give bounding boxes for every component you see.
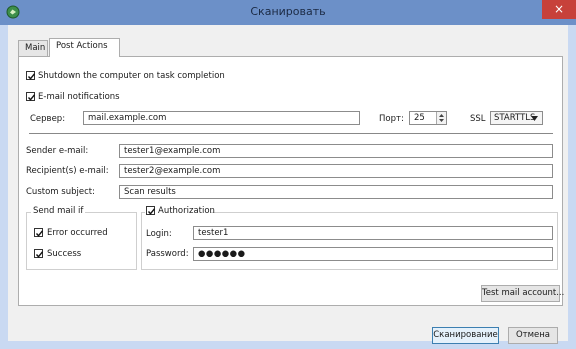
server-label: Сервер:	[30, 114, 66, 124]
close-button[interactable]: ×	[542, 0, 576, 19]
port-stepper[interactable]: 25	[409, 111, 447, 125]
send-mail-if-title: Send mail if	[31, 206, 86, 216]
checkmark-icon	[35, 230, 44, 237]
email-notifications-label: E-mail notifications	[38, 92, 120, 102]
login-label: Login:	[146, 229, 172, 239]
authorization-checkbox[interactable]	[146, 206, 156, 215]
success-checkbox[interactable]	[34, 249, 44, 258]
ssl-select[interactable]: STARTTLS	[490, 111, 543, 125]
email-notifications-checkbox[interactable]	[26, 92, 36, 101]
test-mail-account-button[interactable]: Test mail account...	[481, 285, 564, 302]
checkmark-icon	[27, 73, 36, 80]
checkmark-icon	[35, 251, 44, 258]
window-title: Сканировать	[250, 5, 326, 18]
ssl-label: SSL	[470, 114, 486, 124]
server-input[interactable]: mail.example.com	[83, 111, 360, 125]
authorization-label: Authorization	[158, 206, 215, 216]
password-label: Password:	[146, 249, 189, 259]
subject-label: Custom subject:	[26, 187, 95, 197]
authorization-group	[141, 212, 558, 270]
tab-main[interactable]: Main	[18, 40, 48, 56]
checkmark-icon	[27, 94, 36, 101]
recipient-label: Recipient(s) e-mail:	[26, 166, 109, 176]
success-label: Success	[47, 249, 82, 259]
ssl-value: STARTTLS	[494, 113, 536, 123]
login-input[interactable]: tester1	[193, 226, 553, 240]
sender-email-input[interactable]: tester1@example.com	[119, 144, 553, 158]
error-occurred-checkbox[interactable]	[34, 228, 44, 237]
separator	[29, 133, 553, 134]
spin-arrows-icon[interactable]	[436, 112, 446, 124]
close-icon: ×	[553, 2, 565, 16]
post-actions-panel: Shutdown the computer on task completion…	[18, 56, 564, 306]
recipient-email-input[interactable]: tester2@example.com	[119, 164, 553, 178]
port-value: 25	[414, 113, 425, 123]
dialog-window: Сканировать × Main Post Actions Shutdown…	[0, 0, 576, 349]
title-bar[interactable]: Сканировать ×	[0, 0, 576, 25]
cancel-button[interactable]: Отмена	[508, 327, 558, 344]
shutdown-label: Shutdown the computer on task completion	[38, 71, 225, 81]
custom-subject-input[interactable]: Scan results	[119, 185, 553, 199]
dialog-client: Main Post Actions Shutdown the computer …	[8, 25, 568, 344]
send-mail-if-group	[26, 212, 137, 270]
checkmark-icon	[147, 208, 156, 215]
tab-post-actions[interactable]: Post Actions	[49, 38, 120, 57]
sender-label: Sender e-mail:	[26, 146, 89, 156]
scan-button[interactable]: Сканирование	[432, 327, 499, 344]
authorization-legend: Authorization	[145, 206, 215, 218]
chevron-down-icon	[531, 116, 538, 121]
shutdown-checkbox[interactable]	[26, 71, 36, 80]
port-label: Порт:	[379, 114, 404, 124]
password-input[interactable]: ●●●●●●	[193, 247, 553, 261]
error-occurred-label: Error occurred	[47, 228, 108, 238]
